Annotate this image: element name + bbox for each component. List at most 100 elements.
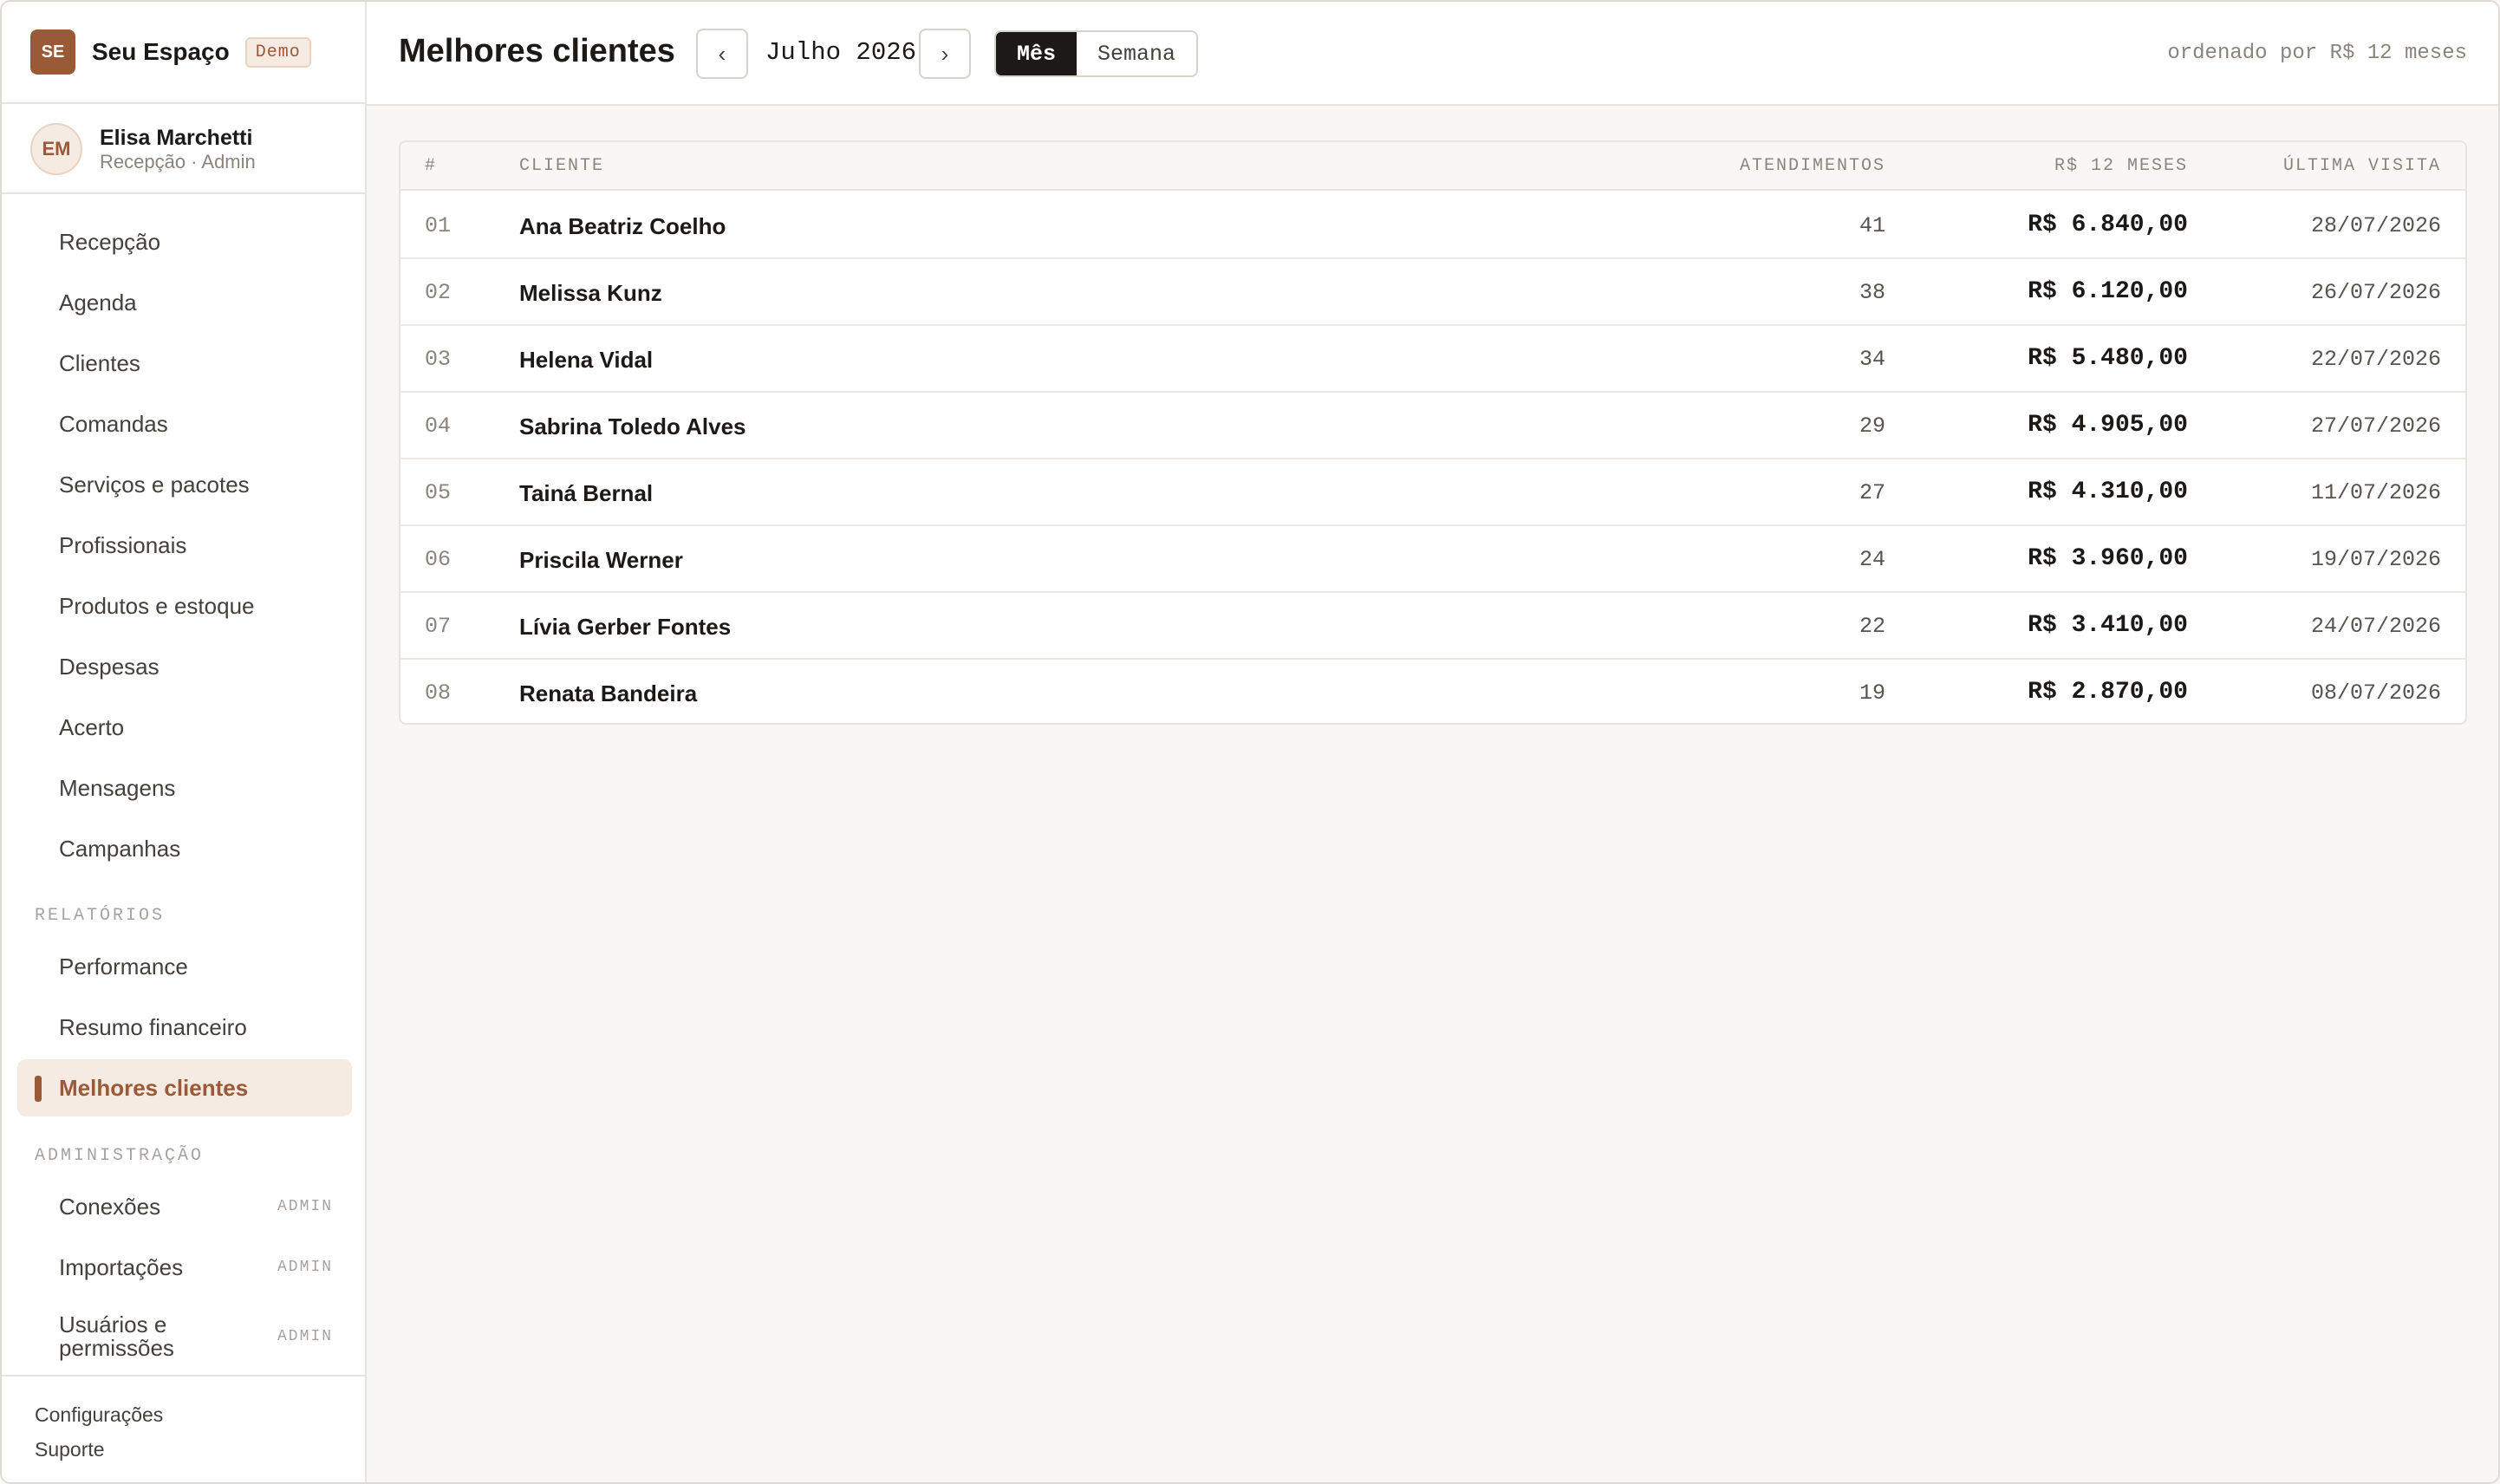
top-clients-table: # CLIENTE ATENDIMENTOS R$ 12 MESES ÚLTIM… [399,140,2467,725]
user-profile[interactable]: EM Elisa Marchetti Recepção · Admin [2,106,365,194]
rank-cell: 03 [425,347,452,372]
user-name: Elisa Marchetti [100,126,253,150]
sidebar-item-conexoes[interactable]: Conexões ADMIN [17,1178,352,1235]
table-row[interactable]: 05 Tainá Bernal 27 R$ 4.310,00 11/07/2026 [400,459,2465,526]
sidebar-item-resumo-financeiro[interactable]: Resumo financeiro [17,999,352,1056]
view-week-button[interactable]: Semana [1077,32,1197,75]
sidebar-item-comandas[interactable]: Comandas [17,395,352,452]
amount-cell: R$ 6.120,00 [2028,278,2188,305]
last-visit-cell: 26/07/2026 [2310,280,2441,305]
amount-cell: R$ 6.840,00 [2028,212,2188,238]
sidebar-item-acerto[interactable]: Acerto [17,699,352,756]
admin-badge: ADMIN [277,1327,333,1345]
sidebar-item-label: Usuários e permissões [59,1312,174,1361]
page-title: Melhores clientes [399,33,675,69]
col-visits: ATENDIMENTOS [1739,156,1885,176]
prev-period-button[interactable]: ‹ [696,29,748,79]
client-name-cell: Priscila Werner [519,547,683,573]
client-name-cell: Helena Vidal [519,347,654,373]
next-period-button[interactable]: › [919,29,971,79]
table-row[interactable]: 04 Sabrina Toledo Alves 29 R$ 4.905,00 27/07… [400,393,2465,459]
amount-cell: R$ 4.310,00 [2028,478,2188,505]
sidebar-item-label: Conexões [59,1193,161,1220]
last-visit-cell: 24/07/2026 [2310,614,2441,639]
table-row[interactable]: 07 Lívia Gerber Fontes 22 R$ 3.410,00 24/07/… [400,593,2465,660]
support-link[interactable]: Suporte [35,1432,365,1467]
client-name-cell: Melissa Kunz [519,280,662,306]
sidebar-item-importacoes[interactable]: Importações ADMIN [17,1239,352,1296]
amount-cell: R$ 4.905,00 [2028,412,2188,439]
active-indicator [35,1076,42,1102]
rank-cell: 02 [425,280,452,305]
rank-cell: 08 [425,680,452,706]
client-name-cell: Ana Beatriz Coelho [519,213,726,239]
sidebar-item-usuarios[interactable]: Usuários e permissões ADMIN [17,1302,352,1371]
settings-link[interactable]: Configurações [35,1397,365,1432]
last-visit-cell: 11/07/2026 [2310,480,2441,505]
last-visit-cell: 19/07/2026 [2310,547,2441,572]
last-visit-cell: 27/07/2026 [2310,413,2441,439]
admin-badge: ADMIN [277,1198,333,1215]
visits-cell: 34 [1859,347,1885,372]
sidebar-item-profissionais[interactable]: Profissionais [17,517,352,574]
sidebar-item-recepcao[interactable]: Recepção [17,213,352,270]
table-row[interactable]: 02 Melissa Kunz 38 R$ 6.120,00 26/07/2026 [400,259,2465,326]
client-name-cell: Lívia Gerber Fontes [519,614,732,640]
sidebar-item-mensagens[interactable]: Mensagens [17,759,352,817]
sidebar-item-performance[interactable]: Performance [17,938,352,995]
sidebar-item-despesas[interactable]: Despesas [17,638,352,695]
admin-badge: ADMIN [277,1259,333,1276]
client-name-cell: Sabrina Toledo Alves [519,413,746,439]
visits-cell: 41 [1859,213,1885,238]
table-row[interactable]: 08 Renata Bandeira 19 R$ 2.870,00 08/07/2026 [400,660,2465,723]
visits-cell: 19 [1859,680,1885,706]
rank-cell: 07 [425,614,452,639]
user-role: Recepção · Admin [100,151,256,172]
amount-cell: R$ 3.410,00 [2028,612,2188,639]
col-last-visit: ÚLTIMA VISITA [2282,156,2441,176]
sidebar-item-campanhas[interactable]: Campanhas [17,820,352,877]
app-window: SE Seu Espaço Demo EM Elisa Marchetti Re… [0,0,2500,1484]
top-bar: Melhores clientes ‹ Julho 2026 › Mês Sem… [367,2,2498,106]
sidebar-item-agenda[interactable]: Agenda [17,274,352,331]
sidebar-item-clientes[interactable]: Clientes [17,335,352,392]
col-amount: R$ 12 MESES [2054,156,2188,176]
client-name-cell: Tainá Bernal [519,480,654,506]
brand: SE Seu Espaço Demo [2,2,365,104]
sidebar-item-servicos[interactable]: Serviços e pacotes [17,456,352,513]
visits-cell: 24 [1859,547,1885,572]
amount-cell: R$ 3.960,00 [2028,545,2188,572]
sidebar-item-produtos[interactable]: Produtos e estoque [17,577,352,635]
sidebar-item-label: Melhores clientes [59,1074,249,1101]
visits-cell: 22 [1859,614,1885,639]
rank-cell: 06 [425,547,452,572]
table-header: # CLIENTE ATENDIMENTOS R$ 12 MESES ÚLTIM… [400,142,2465,191]
table-row[interactable]: 03 Helena Vidal 34 R$ 5.480,00 22/07/2026 [400,326,2465,393]
amount-cell: R$ 5.480,00 [2028,345,2188,372]
rank-cell: 04 [425,413,452,439]
demo-badge: Demo [244,36,311,68]
chevron-left-icon: ‹ [718,40,726,67]
last-visit-cell: 08/07/2026 [2310,680,2441,706]
visits-cell: 38 [1859,280,1885,305]
col-rank: # [425,156,438,176]
brand-logo: SE [30,29,75,75]
table-row[interactable]: 01 Ana Beatriz Coelho 41 R$ 6.840,00 28/07/2… [400,192,2465,259]
view-month-button[interactable]: Mês [996,32,1077,75]
visits-cell: 27 [1859,480,1885,505]
last-visit-cell: 22/07/2026 [2310,347,2441,372]
rank-cell: 05 [425,480,452,505]
visits-cell: 29 [1859,413,1885,439]
section-label-relatorios: RELATÓRIOS [35,906,166,926]
sort-note: ordenado por R$ 12 meses [2167,42,2467,65]
rank-cell: 01 [425,213,452,238]
col-client: CLIENTE [519,156,605,176]
sidebar: SE Seu Espaço Demo EM Elisa Marchetti Re… [2,2,367,1482]
brand-name: Seu Espaço [92,38,230,65]
amount-cell: R$ 2.870,00 [2028,679,2188,706]
sidebar-item-label: Importações [59,1253,184,1280]
avatar: EM [30,123,82,175]
chevron-right-icon: › [941,40,949,67]
table-row[interactable]: 06 Priscila Werner 24 R$ 3.960,00 19/07/2026 [400,526,2465,593]
sidebar-item-melhores-clientes[interactable]: Melhores clientes [17,1059,352,1116]
